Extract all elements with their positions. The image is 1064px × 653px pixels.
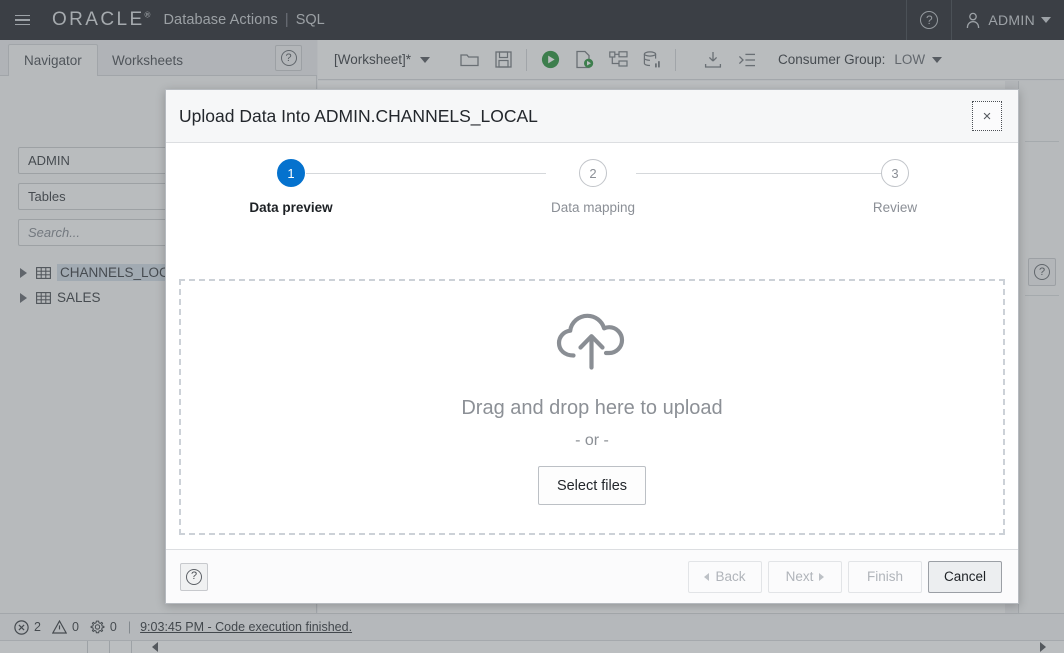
back-button[interactable]: Back [688,561,762,593]
step-review[interactable]: 3 Review [830,159,960,215]
select-files-button[interactable]: Select files [538,466,646,505]
dialog-body: 1 Data preview 2 Data mapping 3 Review [166,143,1018,549]
finish-button[interactable]: Finish [848,561,922,593]
upload-data-dialog: Upload Data Into ADMIN.CHANNELS_LOCAL × … [165,89,1019,604]
dialog-help-button[interactable]: ? [180,563,208,591]
dropzone-primary-text: Drag and drop here to upload [461,397,722,420]
dialog-header: Upload Data Into ADMIN.CHANNELS_LOCAL × [166,90,1018,143]
dialog-footer: ? Back Next Finish Cancel [166,549,1018,603]
back-button-label: Back [715,569,745,584]
dropzone-or-text: - or - [575,432,609,450]
next-button[interactable]: Next [768,561,842,593]
step-label: Data preview [249,200,332,215]
file-dropzone[interactable]: Drag and drop here to upload - or - Sele… [179,279,1005,535]
application-window: ORACLE® Database Actions | SQL ? ADMIN [0,0,1064,653]
finish-button-label: Finish [867,569,903,584]
wizard-stepper: 1 Data preview 2 Data mapping 3 Review [210,159,974,235]
step-number: 2 [579,159,607,187]
cancel-button[interactable]: Cancel [928,561,1002,593]
help-circle-icon: ? [186,569,202,585]
dialog-title: Upload Data Into ADMIN.CHANNELS_LOCAL [179,106,538,127]
dialog-footer-buttons: Back Next Finish Cancel [688,561,1002,593]
step-number: 3 [881,159,909,187]
step-number: 1 [277,159,305,187]
triangle-left-icon [704,573,709,581]
cloud-upload-icon [550,309,634,375]
close-icon[interactable]: × [972,101,1002,131]
step-label: Review [873,200,917,215]
cancel-button-label: Cancel [944,569,986,584]
step-label: Data mapping [551,200,635,215]
step-data-preview[interactable]: 1 Data preview [226,159,356,215]
step-data-mapping[interactable]: 2 Data mapping [528,159,658,215]
next-button-label: Next [786,569,814,584]
triangle-right-icon [819,573,824,581]
